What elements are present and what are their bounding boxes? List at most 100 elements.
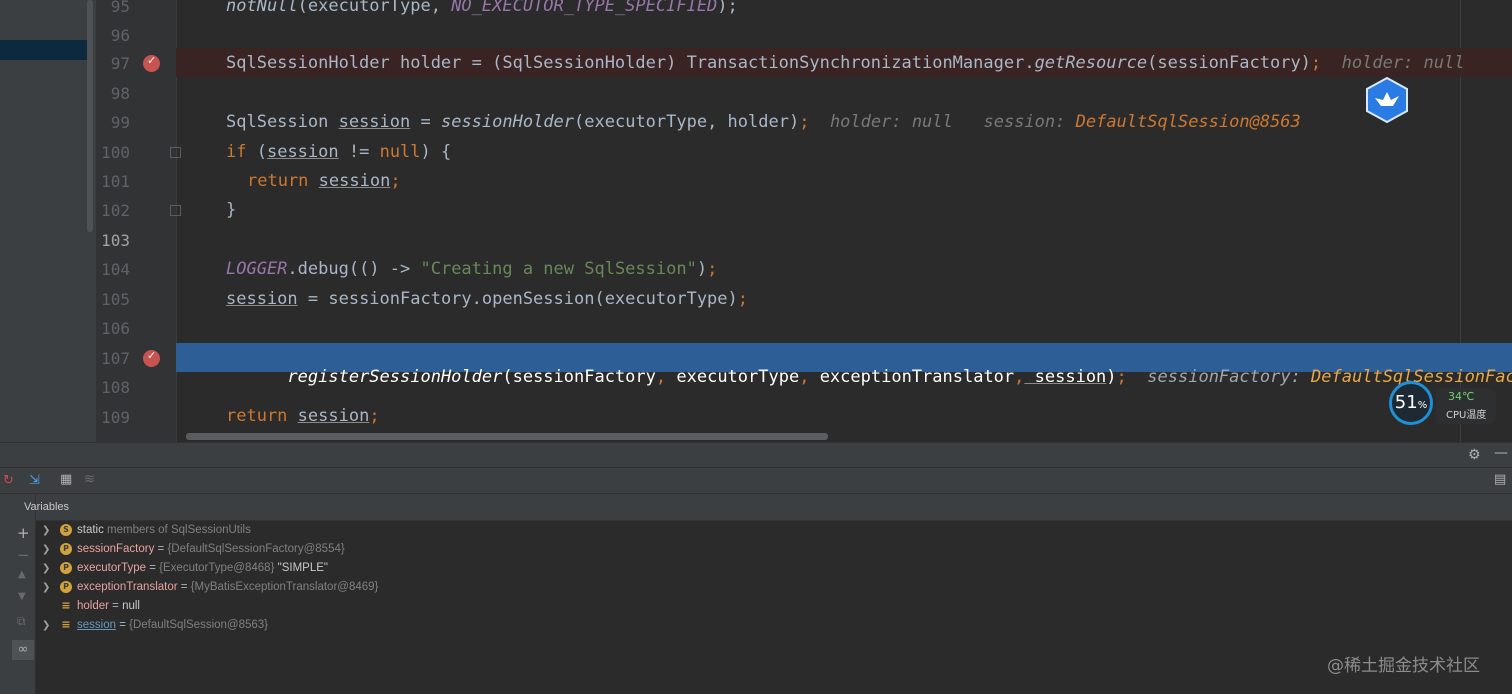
code-line: return session;: [247, 171, 401, 191]
line-number: 99: [110, 113, 130, 132]
move-down-icon[interactable]: ▼: [18, 591, 26, 602]
variable-row[interactable]: ≡ holder = null: [36, 597, 1036, 616]
local-variable-icon: ≡: [61, 618, 71, 631]
variable-row[interactable]: ❯ ≡ session = {DefaultSqlSession@8563}: [36, 616, 1036, 635]
variable-value: {ExecutorType@8468}: [159, 562, 275, 574]
code-token: exceptionTranslator: [809, 367, 1015, 387]
code-token: if: [226, 142, 247, 162]
copy-icon[interactable]: ⧉: [17, 614, 26, 629]
code-token: ;: [737, 289, 749, 309]
code-token: }: [226, 200, 237, 220]
code-token: return: [226, 406, 288, 426]
code-token: ;: [1310, 53, 1322, 73]
line-number: 95: [110, 0, 130, 16]
trace-icon[interactable]: ≋: [84, 472, 95, 487]
horizontal-scrollbar[interactable]: [186, 433, 828, 440]
variable-description: members of SqlSessionUtils: [103, 524, 251, 536]
rerun-icon[interactable]: ↻: [3, 473, 14, 488]
expand-chevron-icon[interactable]: ❯: [42, 540, 50, 559]
code-token: SqlSessionHolder holder = (SqlSessionHol…: [226, 53, 1035, 73]
variable-value: null: [122, 600, 140, 612]
code-token: null: [379, 142, 421, 162]
code-token: return: [247, 171, 309, 191]
line-number: 108: [101, 378, 130, 397]
project-panel-strip[interactable]: [0, 0, 96, 442]
code-token: (sessionFactory: [502, 367, 656, 387]
variables-title-bar: Variables: [24, 494, 1512, 521]
code-token: (executorType, holder): [574, 112, 800, 132]
move-up-icon[interactable]: ▲: [18, 569, 26, 580]
add-watch-icon[interactable]: +: [17, 524, 30, 542]
code-token: ,: [1014, 367, 1025, 387]
variable-separator: =: [116, 619, 130, 631]
parameter-icon: P: [60, 581, 72, 593]
debug-panel-header: ⚙ —: [0, 442, 1512, 468]
code-token: ) {: [420, 142, 452, 162]
variable-row[interactable]: ❯ P exceptionTranslator = {MyBatisExcept…: [36, 578, 1036, 597]
parameter-icon: P: [60, 562, 72, 574]
code-token: ;: [707, 259, 718, 279]
cpu-temperature: 34℃: [1448, 390, 1475, 403]
code-token: NO_EXECUTOR_TYPE_SPECIFIED: [451, 0, 718, 16]
code-token: executorType: [666, 367, 800, 387]
fold-marker-icon[interactable]: [170, 205, 181, 216]
code-line: SqlSessionHolder holder = (SqlSessionHol…: [226, 53, 1464, 73]
minimize-icon[interactable]: —: [1494, 445, 1508, 461]
gear-icon[interactable]: ⚙: [1468, 447, 1481, 463]
line-number: 101: [101, 172, 130, 191]
code-token: (: [246, 142, 267, 162]
layout-settings-icon[interactable]: ▤: [1494, 472, 1506, 487]
variable-row[interactable]: ❯ S static members of SqlSessionUtils: [36, 521, 1036, 540]
code-token: LOGGER: [226, 259, 288, 279]
variable-extra: "SIMPLE": [274, 562, 328, 574]
cpu-temperature-label: CPU温度: [1446, 410, 1487, 421]
code-token: );: [717, 0, 738, 16]
inline-debug-hint: holder: null: [1341, 53, 1465, 73]
fold-marker-icon[interactable]: [170, 147, 181, 158]
breakpoint-icon[interactable]: [143, 349, 160, 367]
code-token: (sessionFactory): [1147, 53, 1311, 73]
expand-chevron-icon[interactable]: ❯: [42, 521, 50, 540]
code-editor[interactable]: registerSessionHolder(sessionFactory, ex…: [0, 0, 1512, 442]
line-number: 107: [101, 349, 130, 368]
breakpoint-icon[interactable]: [143, 54, 160, 72]
code-token: ;: [1116, 367, 1127, 387]
expand-chevron-icon[interactable]: ❯: [42, 559, 50, 578]
inline-debug-hint: session:: [983, 112, 1076, 132]
expand-chevron-icon[interactable]: ❯: [42, 616, 50, 635]
code-token: session: [338, 112, 411, 132]
code-line: if (session != null) {: [226, 142, 451, 162]
code-token: registerSessionHolder: [287, 367, 503, 387]
evaluate-table-icon[interactable]: ▦: [60, 472, 72, 487]
code-line: }: [226, 200, 236, 220]
line-number: 100: [101, 143, 130, 162]
inline-debug-value: DefaultSqlSession@8563: [1075, 112, 1301, 132]
floating-bird-logo-icon[interactable]: [1363, 76, 1411, 124]
variable-name: executorType: [77, 562, 147, 574]
project-selected-item[interactable]: [0, 40, 92, 60]
line-number: 102: [101, 201, 130, 220]
debug-toolbar: ↻ ⇲ ▦ ≋ ▤: [0, 468, 1512, 494]
code-token: session: [1024, 367, 1107, 387]
code-token: getResource: [1034, 53, 1148, 73]
code-token: session: [318, 171, 391, 191]
code-token: session: [266, 142, 339, 162]
cpu-usage-gauge[interactable]: 51%: [1389, 381, 1433, 425]
variable-name: holder: [77, 600, 109, 612]
code-token: (executorType,: [297, 0, 452, 16]
variable-separator: =: [177, 581, 191, 593]
code-token: ;: [799, 112, 810, 132]
step-cursor-icon[interactable]: ⇲: [29, 473, 40, 488]
local-variable-icon: ≡: [61, 599, 71, 612]
variable-row[interactable]: ❯ P sessionFactory = {DefaultSqlSessionF…: [36, 540, 1036, 559]
remove-watch-icon[interactable]: −: [17, 546, 30, 564]
show-watches-icon[interactable]: ∞: [12, 640, 34, 660]
variable-separator: =: [154, 543, 168, 555]
expand-chevron-icon[interactable]: ❯: [42, 578, 50, 597]
project-scrollbar[interactable]: [87, 0, 93, 232]
code-token: .debug(() ->: [287, 259, 421, 279]
code-token: = sessionFactory.openSession(executorTyp…: [297, 289, 738, 309]
inline-debug-hint: sessionFactory:: [1147, 367, 1312, 387]
variable-row[interactable]: ❯ P executorType = {ExecutorType@8468} "…: [36, 559, 1036, 578]
current-execution-line: registerSessionHolder(sessionFactory, ex…: [176, 343, 1512, 387]
